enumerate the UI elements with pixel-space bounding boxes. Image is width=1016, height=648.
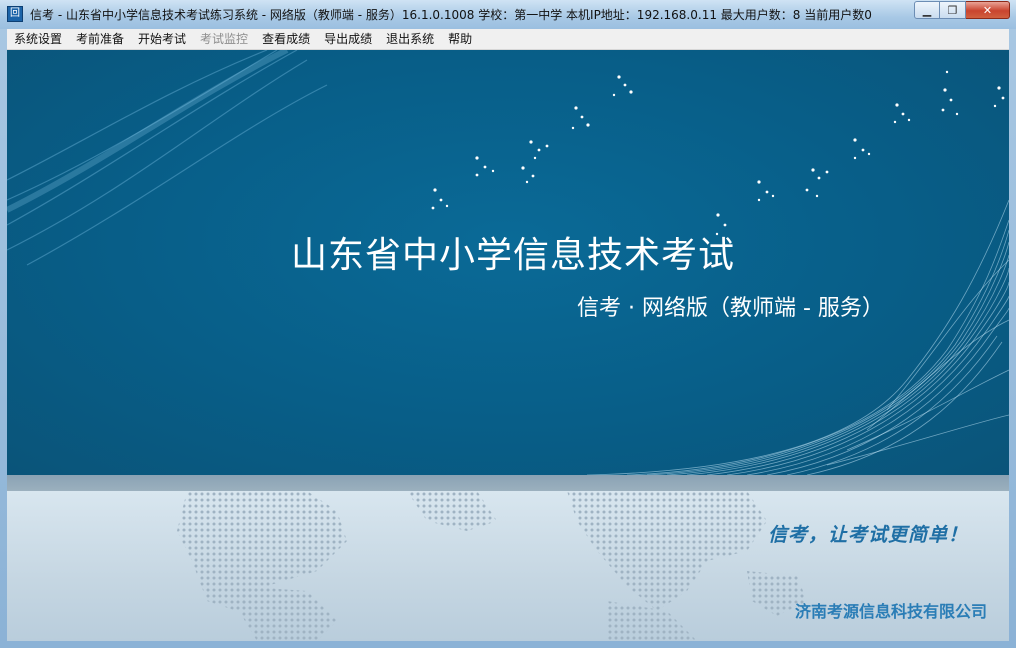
menu-exam-monitor: 考试监控 xyxy=(200,32,249,46)
company-name: 济南考源信息科技有限公司 xyxy=(795,602,988,621)
menu-bar: 系统设置 考前准备 开始考试 考试监控 查看成绩 导出成绩 退出系统 帮助 xyxy=(7,29,1009,50)
window-controls: ▁ ❐ ✕ xyxy=(914,1,1010,21)
sparkle-stars xyxy=(431,70,1005,236)
maximize-button[interactable]: ❐ xyxy=(940,1,966,19)
banner-upper: 山东省中小学信息技术考试 信考 · 网络版（教师端 - 服务） xyxy=(7,50,1009,475)
divider-band xyxy=(7,475,1009,491)
map-dot-regions xyxy=(177,491,807,641)
minimize-button[interactable]: ▁ xyxy=(914,1,940,19)
menu-export-scores[interactable]: 导出成绩 xyxy=(317,29,379,49)
menu-exam-preparation[interactable]: 考前准备 xyxy=(69,29,131,49)
menu-start-exam[interactable]: 开始考试 xyxy=(131,29,193,49)
menu-help[interactable]: 帮助 xyxy=(441,29,479,49)
swoosh-glow xyxy=(7,50,289,213)
app-window: 回 信考 - 山东省中小学信息技术考试练习系统 - 网络版（教师端 - 服务）1… xyxy=(0,0,1016,648)
close-icon: ✕ xyxy=(982,3,993,17)
main-title: 山东省中小学信息技术考试 xyxy=(290,235,735,276)
minimize-icon: ▁ xyxy=(922,3,932,17)
sub-title: 信考 · 网络版（教师端 - 服务） xyxy=(577,296,884,321)
menu-system-settings[interactable]: 系统设置 xyxy=(7,29,69,49)
menu-exit-system[interactable]: 退出系统 xyxy=(379,29,441,49)
slogan-text: 信考，让考试更简单！ xyxy=(768,524,969,546)
title-bar[interactable]: 回 信考 - 山东省中小学信息技术考试练习系统 - 网络版（教师端 - 服务）1… xyxy=(0,0,1016,29)
app-icon[interactable]: 回 xyxy=(7,6,23,22)
banner-area: 山东省中小学信息技术考试 信考 · 网络版（教师端 - 服务） 信考，让考试更简… xyxy=(7,50,1009,641)
close-button[interactable]: ✕ xyxy=(966,1,1010,19)
restore-icon: ❐ xyxy=(947,3,958,17)
window-title: 信考 - 山东省中小学信息技术考试练习系统 - 网络版（教师端 - 服务）16.… xyxy=(30,8,872,22)
menu-view-scores[interactable]: 查看成绩 xyxy=(255,29,317,49)
